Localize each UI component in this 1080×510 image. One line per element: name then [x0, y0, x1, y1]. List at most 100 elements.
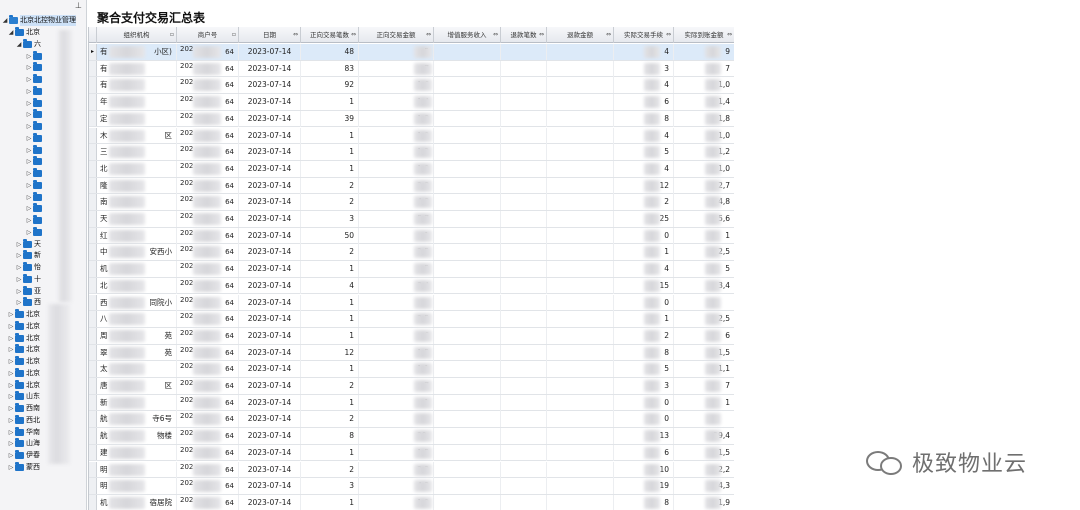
forward-count-cell[interactable]: 1 [301, 294, 359, 311]
merchant-id-cell[interactable]: 202 64 [177, 261, 239, 278]
refund-amount-cell[interactable] [547, 294, 614, 311]
refund-amount-cell[interactable] [547, 444, 614, 461]
org-cell[interactable]: 新 [97, 394, 177, 411]
expand-arrow-icon[interactable]: ▷ [8, 415, 14, 426]
column-header[interactable]: 退款金额 ⇔ [547, 27, 614, 43]
refund-count-cell[interactable] [501, 461, 547, 478]
forward-count-cell[interactable]: 1 [301, 494, 359, 510]
actual-net-amount-cell[interactable]: 1,8 [674, 111, 734, 127]
org-cell[interactable]: 有 小区) [97, 44, 177, 60]
tree-node[interactable]: ▷ [26, 203, 44, 214]
row-indicator[interactable] [89, 294, 97, 311]
value-added-income-cell[interactable] [434, 444, 501, 461]
merchant-id-cell[interactable]: 202 64 [177, 211, 239, 227]
date-cell[interactable]: 2023-07-14 [239, 494, 301, 510]
refund-count-cell[interactable] [501, 327, 547, 344]
table-row[interactable]: 西同院小 202 64 2023-07-14 1 0 [89, 294, 734, 312]
org-cell[interactable]: 周苑 [97, 327, 177, 344]
refund-amount-cell[interactable] [547, 311, 614, 328]
pin-icon[interactable]: ⊥ [75, 1, 82, 10]
refund-count-cell[interactable] [501, 77, 547, 94]
filter-icon[interactable]: ⇔ [539, 27, 544, 43]
org-cell[interactable]: 定 [97, 110, 177, 127]
merchant-id-cell[interactable]: 202 64 [177, 77, 239, 94]
tree-node[interactable]: ▷ 天 [16, 238, 41, 250]
tree-node[interactable]: ▷ 亚 [16, 285, 41, 297]
refund-count-cell[interactable] [501, 311, 547, 328]
table-row[interactable]: 中安西小202642023-07-1422,512,5 [89, 244, 734, 262]
table-row[interactable]: 有202642023-07-14921,641,0 [89, 77, 734, 95]
tree-node[interactable]: ▷ 蒙西 [8, 461, 40, 473]
forward-count-cell[interactable]: 50 [301, 227, 359, 244]
table-row[interactable]: 八202642023-07-1412,512,5 [89, 311, 734, 328]
table-row[interactable]: 南202642023-07-1424,824,8 [89, 194, 734, 211]
refund-amount-cell[interactable] [547, 177, 614, 194]
tree-node[interactable]: ▷ [26, 85, 44, 97]
tree-node[interactable]: ▷ 十 [16, 273, 41, 285]
table-row[interactable]: 新202642023-07-141101 [89, 394, 734, 412]
date-cell[interactable]: 2023-07-14 [239, 144, 301, 161]
merchant-id-cell[interactable]: 202 64 [177, 110, 239, 127]
refund-count-cell[interactable] [501, 177, 547, 194]
date-cell[interactable]: 2023-07-14 [239, 361, 301, 378]
org-cell[interactable]: 天 [97, 211, 177, 227]
date-cell[interactable]: 2023-07-14 [239, 378, 301, 394]
column-header[interactable]: 商户号 ▫ [177, 27, 239, 43]
actual-net-amount-cell[interactable]: 5 [674, 261, 734, 277]
tree-node[interactable]: ▷ 北京 [8, 367, 40, 379]
row-indicator[interactable] [89, 261, 97, 277]
row-indicator[interactable] [89, 327, 97, 344]
column-header[interactable]: 日期 ⇔ [239, 27, 301, 43]
refund-count-cell[interactable] [501, 211, 547, 227]
actual-net-amount-cell[interactable]: 2,2 [674, 462, 734, 478]
expand-arrow-icon[interactable]: ▷ [16, 262, 22, 273]
expand-arrow-icon[interactable]: ▷ [16, 250, 22, 261]
date-cell[interactable]: 2023-07-14 [239, 160, 301, 177]
merchant-id-cell[interactable]: 202 64 [177, 177, 239, 194]
expand-arrow-icon[interactable]: ▷ [8, 356, 14, 367]
actual-net-amount-cell[interactable]: 5,6 [674, 211, 734, 227]
table-row[interactable]: ▸有小区)202642023-07-1448549 [89, 44, 734, 61]
actual-net-amount-cell[interactable]: 1,9 [674, 495, 734, 510]
tree-node[interactable]: ▷ [26, 144, 44, 156]
date-cell[interactable]: 2023-07-14 [239, 244, 301, 261]
org-cell[interactable]: 木区 [97, 127, 177, 144]
row-indicator[interactable] [89, 144, 97, 160]
date-cell[interactable]: 2023-07-14 [239, 110, 301, 127]
value-added-income-cell[interactable] [434, 94, 501, 111]
actual-net-amount-cell[interactable]: 7 [674, 378, 734, 394]
row-indicator[interactable] [89, 211, 97, 227]
merchant-id-cell[interactable]: 202 64 [177, 494, 239, 510]
actual-net-amount-cell[interactable]: 2,7 [674, 178, 734, 194]
merchant-id-cell[interactable]: 202 64 [177, 444, 239, 461]
refund-amount-cell[interactable] [547, 394, 614, 411]
merchant-id-cell[interactable]: 202 64 [177, 227, 239, 244]
forward-count-cell[interactable]: 39 [301, 110, 359, 127]
table-row[interactable]: 太202642023-07-1411,151,1 [89, 361, 734, 378]
refund-amount-cell[interactable] [547, 411, 614, 428]
date-cell[interactable]: 2023-07-14 [239, 77, 301, 94]
org-cell[interactable]: 建 [97, 444, 177, 461]
org-cell[interactable]: 有 [97, 60, 177, 77]
row-indicator[interactable] [89, 394, 97, 411]
org-cell[interactable]: 隆 [97, 177, 177, 194]
tree-node[interactable]: ▷ 西北 [8, 414, 40, 426]
refund-amount-cell[interactable] [547, 461, 614, 478]
tree-node[interactable]: ▷ [26, 50, 44, 62]
org-cell[interactable]: 西 同院小 [97, 294, 177, 311]
expand-arrow-icon[interactable]: ▷ [8, 344, 14, 355]
actual-net-amount-cell[interactable]: 1,2 [674, 144, 734, 160]
forward-count-cell[interactable]: 1 [301, 327, 359, 344]
refund-amount-cell[interactable] [547, 244, 614, 261]
merchant-id-cell[interactable]: 202 64 [177, 60, 239, 77]
value-added-income-cell[interactable] [434, 361, 501, 378]
tree-node[interactable]: ▷ [26, 179, 44, 191]
refund-count-cell[interactable] [501, 244, 547, 261]
refund-count-cell[interactable] [501, 60, 547, 77]
collapse-arrow-icon[interactable]: ◢ [2, 15, 8, 26]
refund-amount-cell[interactable] [547, 194, 614, 211]
forward-count-cell[interactable]: 12 [301, 344, 359, 361]
filter-icon[interactable]: ⇔ [293, 27, 298, 43]
row-indicator[interactable] [89, 94, 97, 110]
org-cell[interactable]: 红 [97, 227, 177, 244]
